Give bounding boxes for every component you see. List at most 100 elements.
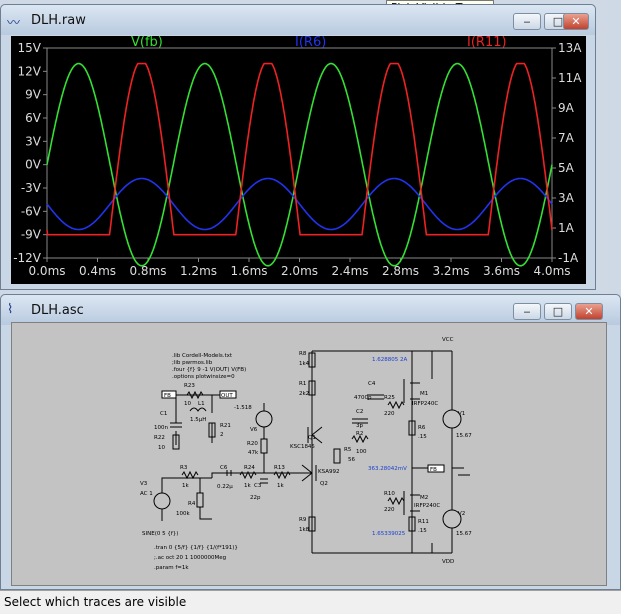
resistor-r20[interactable] [260, 438, 268, 454]
component-label: R6 [418, 425, 426, 431]
component-label: 220 [384, 507, 395, 513]
x-tick-label: 2.8ms [382, 264, 419, 278]
component-label: R10 [384, 491, 395, 497]
component-label: KSA992 [318, 469, 339, 475]
directive-line: .lib Cordell-Models.txt [172, 353, 233, 359]
component-label: 15.67 [456, 531, 472, 537]
y-left-tick-label: -9V [21, 228, 42, 242]
voltage-source-v6[interactable] [255, 410, 273, 428]
input-stage-labels: V3 AC 1 SINE(0 5 {f}) R4 100k R3 1k C6 0… [140, 465, 285, 537]
op-current-m1: 1.628805 2A [372, 357, 407, 363]
y-left-tick-label: -3V [21, 181, 42, 195]
inductor-l1[interactable] [189, 407, 207, 412]
plot-window-titlebar[interactable]: 〰 DLH.raw ‒ □ ✕ [1, 5, 595, 35]
y-right-tick-label: 5A [558, 161, 575, 175]
y-right-tick-label: 11A [558, 71, 582, 85]
component-label: R22 [154, 435, 165, 441]
component-label: 3p [356, 423, 363, 429]
plot-svg: V(fb) I(R6) I(R11) 0.0ms 0.4ms 0.8ms 1.2ms 1… [13, 35, 582, 278]
x-tick-label: 2.4ms [331, 264, 368, 278]
close-button[interactable]: ✕ [563, 13, 589, 30]
component-label: 4700p [354, 395, 372, 401]
y-left-tick-label: 12V [18, 64, 42, 78]
x-tick-label: 0.4ms [79, 264, 116, 278]
y-right-tick-label: -1A [558, 251, 579, 265]
voltage-source-v3[interactable] [153, 492, 171, 510]
sim-line: .tran 0 {5/f} {1/f} {1/(f*191)} [154, 545, 238, 551]
minimize-button[interactable]: ‒ [513, 13, 541, 30]
component-label: 0.22µ [217, 484, 233, 490]
resistor-r10[interactable] [387, 496, 405, 506]
resistor-r13[interactable] [273, 470, 291, 480]
component-label: V1 [458, 411, 465, 417]
schematic-minimize-button[interactable]: ‒ [513, 303, 541, 320]
directive-line: .options plotwinsize=0 [172, 374, 235, 380]
fb-net-label: FB [164, 393, 171, 399]
component-label: IRFP240C [412, 401, 438, 407]
y-left-tick-label: 15V [18, 41, 42, 55]
component-label: 1k [244, 483, 251, 489]
resistor-r3[interactable] [181, 470, 199, 480]
component-label: R1 [299, 381, 306, 387]
x-tick-label: 4.0ms [533, 264, 570, 278]
status-text: Select which traces are visible [4, 595, 187, 609]
component-label: 56 [348, 457, 355, 463]
component-label: .15 [418, 528, 427, 534]
component-label: C6 [220, 465, 228, 471]
y-right-tick-label: 1A [558, 221, 575, 235]
out-net-label: OUT [221, 393, 233, 399]
component-label: M2 [420, 495, 428, 501]
component-label: C1 [160, 411, 167, 417]
schematic-window-titlebar[interactable]: ⌇ DLH.asc ‒ □ ✕ [1, 295, 620, 325]
bias-labels: -1.518 V6 R20 47k [234, 405, 259, 456]
component-label: C2 [356, 409, 363, 415]
component-label: AC 1 [140, 491, 153, 497]
component-label: R25 [384, 395, 395, 401]
x-tick-label: 2.0ms [281, 264, 318, 278]
y-left-tick-label: 9V [25, 88, 42, 102]
op-current-m2: 1.65339025 [372, 531, 406, 537]
schematic-window-title: DLH.asc [31, 303, 84, 318]
sim-line: ;.ac oct 20 1 1000000Meg [154, 555, 226, 561]
x-tick-label: 1.2ms [180, 264, 217, 278]
component-label: -1.518 [234, 405, 252, 411]
component-label: C4 [368, 381, 376, 387]
component-label: 220 [384, 411, 395, 417]
component-label: 1.5µH [190, 417, 206, 423]
wire[interactable] [451, 351, 470, 553]
spice-directives: .lib Cordell-Models.txt ;lib pwrmos.lib … [154, 353, 246, 571]
y-left-tick-label: 6V [25, 111, 42, 125]
component-label: .15 [418, 434, 427, 440]
component-label: V3 [140, 481, 148, 487]
resistor-r24[interactable] [239, 470, 257, 480]
component-label: 10 [184, 401, 191, 407]
component-label: 47k [248, 450, 259, 456]
wire[interactable] [311, 350, 452, 554]
waveform-icon: 〰 [7, 16, 21, 31]
capacitor-c1[interactable] [170, 422, 182, 428]
waveform-plot[interactable]: V(fb) I(R6) I(R11) 0.0ms 0.4ms 0.8ms 1.2ms 1… [11, 35, 586, 284]
schematic-maximize-button[interactable]: □ [544, 303, 572, 320]
component-label: 1k [277, 483, 284, 489]
op-voltage-out: 363.28042mV [368, 466, 407, 472]
trace-ir11 [46, 62, 553, 236]
component-label: 1k [182, 483, 189, 489]
component-label: 1k4 [299, 361, 310, 367]
resistor-r25[interactable] [387, 400, 405, 410]
component-label: 15.67 [456, 433, 472, 439]
component-label: IRFP240C [414, 503, 440, 509]
component-label: V2 [458, 511, 465, 517]
y-left-tick-label: -6V [21, 204, 42, 218]
schematic-canvas[interactable]: .lib Cordell-Models.txt ;lib pwrmos.lib … [11, 322, 607, 586]
directive-line: .four {f} 9 -1 V(OUT) V(FB) [172, 367, 246, 373]
component-label: R4 [188, 501, 196, 507]
resistor-r5[interactable] [333, 448, 341, 464]
resistor-r4[interactable] [196, 492, 204, 508]
component-label: 100n [154, 425, 168, 431]
status-bar: Select which traces are visible [0, 590, 621, 614]
component-label: R21 [220, 423, 231, 429]
y-left-tick-label: -12V [13, 251, 42, 265]
schematic-close-button[interactable]: ✕ [575, 303, 603, 320]
vdd-label: VDD [442, 559, 454, 565]
sim-line: .param f=1k [154, 565, 189, 571]
